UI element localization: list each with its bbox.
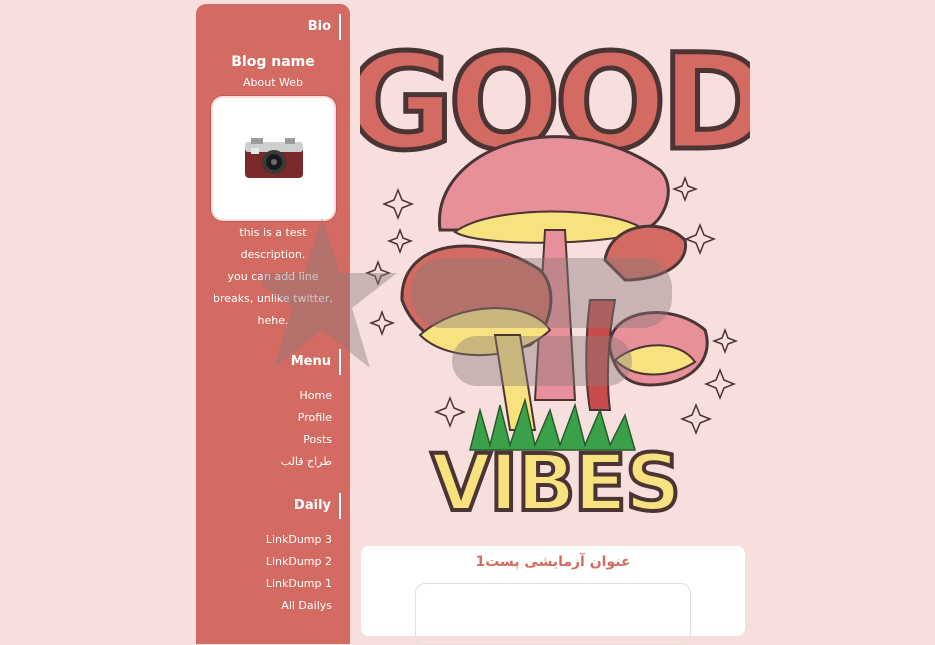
camera-icon [245,138,303,178]
daily-item-linkdump-2[interactable]: LinkDump 2 [266,551,332,573]
post-body [415,583,691,645]
bio-heading: Bio [308,14,341,40]
daily-item-all-dailys[interactable]: All Dailys [266,595,332,617]
desc-line: description. [240,248,306,261]
desc-line: you can add line [227,270,319,283]
hero-bottom-word: VIBES [431,439,679,529]
hero-illustration: GOOD VIBES [360,24,750,532]
daily-heading: Daily [294,493,341,519]
menu-item-home[interactable]: Home [281,385,332,407]
daily-item-linkdump-3[interactable]: LinkDump 3 [266,529,332,551]
desc-line: hehe. [257,314,289,327]
menu-list: Home Profile Posts طراح قالب [281,385,332,473]
menu-item-posts[interactable]: Posts [281,429,332,451]
sidebar: Bio Blog name About Web this is a test d… [196,4,350,644]
about-link[interactable]: About Web [196,76,350,89]
daily-item-linkdump-1[interactable]: LinkDump 1 [266,573,332,595]
blog-name[interactable]: Blog name [196,54,350,70]
menu-item-designer[interactable]: طراح قالب [281,451,332,473]
menu-item-profile[interactable]: Profile [281,407,332,429]
avatar [211,96,336,221]
daily-list: LinkDump 3 LinkDump 2 LinkDump 1 All Dai… [266,529,332,617]
post-title[interactable]: عنوان آزمایشی پست1 [361,554,745,570]
desc-line: this is a test [239,226,307,239]
bio-description: this is a test description. you can add … [206,222,340,332]
menu-heading: Menu [291,349,341,375]
desc-line: breaks, unlike twitter, [213,292,333,305]
